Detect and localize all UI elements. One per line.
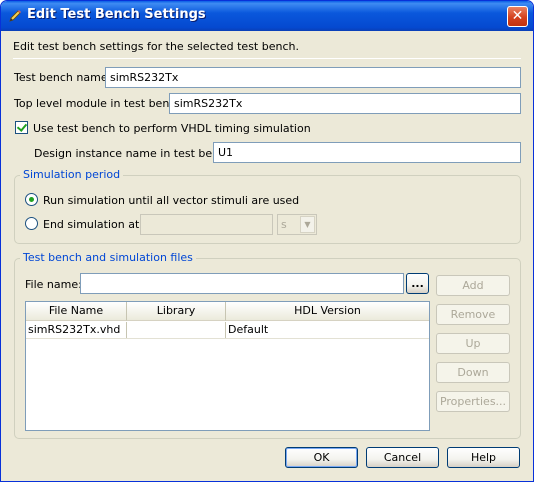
pencil-icon [9, 10, 21, 22]
up-button[interactable]: Up [436, 333, 510, 354]
top-level-module-input[interactable]: simRS232Tx [169, 93, 521, 114]
test-bench-name-input[interactable]: simRS232Tx [105, 67, 521, 88]
use-timing-label: Use test bench to perform VHDL timing si… [33, 122, 311, 135]
close-icon[interactable]: ✕ [507, 6, 528, 27]
help-button[interactable]: Help [447, 447, 520, 468]
time-unit-value: s [281, 218, 287, 231]
column-header-file-name[interactable]: File Name [26, 302, 127, 321]
test-bench-name-label: Test bench name: [14, 71, 112, 84]
time-unit-select[interactable]: s ▼ [277, 214, 317, 235]
cancel-button[interactable]: Cancel [366, 447, 439, 468]
design-instance-label: Design instance name in test bench: [34, 147, 236, 160]
browse-button[interactable]: ... [406, 273, 429, 294]
end-at-input[interactable] [140, 214, 273, 235]
dialog-description: Edit test bench settings for the selecte… [13, 40, 299, 53]
use-timing-checkbox[interactable] [15, 121, 28, 134]
down-button[interactable]: Down [436, 362, 510, 383]
files-table: File Name Library HDL Version simRS232Tx… [25, 301, 430, 431]
end-at-radio[interactable] [25, 217, 38, 230]
column-header-library[interactable]: Library [127, 302, 226, 321]
simulation-period-title: Simulation period [20, 168, 124, 181]
chevron-down-icon: ▼ [300, 216, 315, 233]
top-level-module-label: Top level module in test bench: [14, 97, 187, 110]
file-name-label: File name: [25, 278, 82, 291]
cell-file-name: simRS232Tx.vhd [26, 322, 127, 338]
title-bar[interactable]: Edit Test Bench Settings ✕ [1, 1, 533, 31]
files-group-title: Test bench and simulation files [20, 251, 196, 264]
run-until-radio[interactable] [25, 193, 38, 206]
dialog-window: Edit Test Bench Settings ✕ Edit test ben… [0, 0, 534, 482]
properties-button[interactable]: Properties... [436, 391, 510, 412]
ok-button[interactable]: OK [285, 447, 358, 468]
remove-button[interactable]: Remove [436, 304, 510, 325]
divider [13, 58, 521, 59]
window-title: Edit Test Bench Settings [27, 7, 206, 22]
column-header-hdl-version[interactable]: HDL Version [226, 302, 429, 321]
file-name-input[interactable] [80, 273, 404, 294]
table-row[interactable]: simRS232Tx.vhd Default [26, 322, 429, 339]
add-button[interactable]: Add [436, 275, 510, 296]
cell-library [127, 322, 226, 338]
cell-hdl-version: Default [228, 323, 269, 336]
end-at-label: End simulation at: [43, 218, 143, 231]
design-instance-input[interactable]: U1 [213, 142, 521, 163]
run-until-label: Run simulation until all vector stimuli … [43, 194, 300, 207]
